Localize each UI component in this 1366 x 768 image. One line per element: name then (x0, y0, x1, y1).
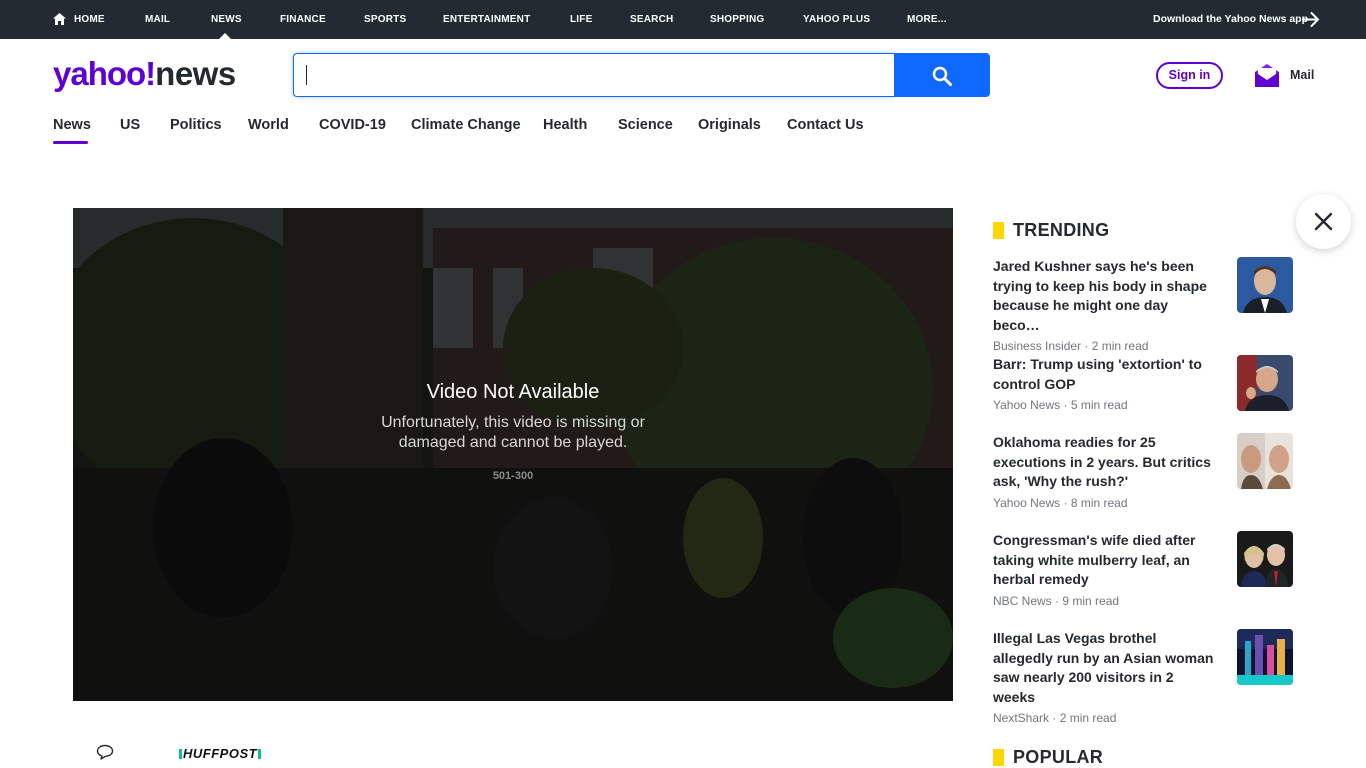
trending-source: Yahoo News (993, 398, 1061, 412)
video-error-title: Video Not Available (426, 381, 600, 403)
trending-source: NextShark (993, 711, 1050, 725)
search-button[interactable] (894, 53, 990, 97)
trending-source: Business Insider (993, 339, 1082, 353)
trending-meta: Yahoo News · 8 min read (993, 495, 1128, 510)
popular-heading: POPULAR (993, 747, 1103, 768)
video-error-message: Unfortunately, this video is missing or … (381, 414, 645, 451)
search-box[interactable] (293, 53, 895, 97)
search-input[interactable] (294, 54, 895, 96)
nav-sports-link[interactable]: SPORTS (364, 0, 406, 39)
trending-thumbnail[interactable] (1237, 433, 1293, 489)
trending-thumbnail[interactable] (1237, 531, 1293, 587)
logo-news-text: news (155, 55, 236, 92)
huffpost-logo-bar (258, 749, 262, 759)
tab-health[interactable]: Health (543, 117, 587, 133)
nav-mail-link[interactable]: MAIL (145, 0, 170, 39)
trending-headline[interactable]: Congressman's wife died after taking whi… (993, 531, 1215, 590)
trending-item[interactable]: Jared Kushner says he's been trying to k… (993, 257, 1293, 353)
trending-thumbnail[interactable] (1237, 629, 1293, 685)
nav-more-link[interactable]: MORE... (907, 0, 947, 39)
logo-yahoo-text: yahoo! (53, 55, 156, 92)
active-tab-underline (53, 141, 88, 144)
tab-science[interactable]: Science (618, 117, 673, 133)
trending-read-time: 8 min read (1070, 495, 1128, 510)
nav-shopping-link[interactable]: SHOPPING (710, 0, 764, 39)
trending-headline[interactable]: Illegal Las Vegas brothel allegedly run … (993, 629, 1215, 707)
trending-read-time: 2 min read (1091, 339, 1149, 353)
sign-in-button[interactable]: Sign in (1156, 62, 1223, 89)
trending-meta: NBC News · 9 min read (993, 593, 1120, 608)
close-button[interactable] (1296, 194, 1351, 249)
trending-heading: TRENDING (993, 220, 1109, 241)
trending-read-time: 5 min read (1070, 398, 1128, 412)
trending-thumbnail[interactable] (1237, 257, 1293, 313)
tab-politics[interactable]: Politics (170, 117, 222, 133)
trending-heading-text: TRENDING (1013, 220, 1110, 240)
tab-contact-us[interactable]: Contact Us (787, 117, 864, 133)
trending-meta: Business Insider · 2 min read (993, 339, 1149, 353)
search-icon (932, 66, 952, 86)
video-error-code: 501-300 (492, 470, 534, 482)
trending-headline[interactable]: Barr: Trump using 'extortion' to control… (993, 355, 1215, 394)
trending-meta: NextShark · 2 min read (993, 711, 1117, 725)
nav-finance-link[interactable]: FINANCE (280, 0, 326, 39)
tab-us[interactable]: US (120, 117, 140, 133)
nav-search-link[interactable]: SEARCH (630, 0, 673, 39)
trending-thumbnail[interactable] (1237, 355, 1293, 411)
section-marker (993, 222, 1004, 239)
trending-item[interactable]: Oklahoma readies for 25 executions in 2 … (993, 433, 1293, 510)
video-overlay (73, 208, 953, 701)
tab-world[interactable]: World (248, 117, 289, 133)
huffpost-logo-bar (179, 749, 182, 759)
comment-icon[interactable] (96, 744, 114, 760)
trending-source: NBC News (993, 593, 1052, 608)
home-icon (53, 13, 66, 25)
global-nav-bar: HOME MAIL NEWS FINANCE SPORTS ENTERTAINM… (0, 0, 1366, 39)
mail-link[interactable]: Mail (1290, 68, 1314, 82)
popular-heading-text: POPULAR (1013, 747, 1104, 767)
text-cursor (306, 65, 307, 85)
huffpost-logo-text: HUFFPOST (183, 746, 258, 761)
trending-item[interactable]: Barr: Trump using 'extortion' to control… (993, 355, 1293, 412)
nav-entertainment-link[interactable]: ENTERTAINMENT (443, 0, 530, 39)
close-icon (1314, 212, 1333, 231)
tab-climate-change[interactable]: Climate Change (411, 117, 521, 133)
section-marker (993, 749, 1004, 766)
trending-source: Yahoo News (993, 495, 1061, 510)
trending-headline[interactable]: Jared Kushner says he's been trying to k… (993, 257, 1215, 335)
huffpost-logo[interactable]: HUFFPOST (178, 746, 262, 761)
trending-read-time: 2 min read (1059, 711, 1117, 725)
active-nav-indicator (219, 33, 231, 39)
arrow-right-icon[interactable] (1302, 11, 1320, 28)
trending-headline[interactable]: Oklahoma readies for 25 executions in 2 … (993, 433, 1215, 492)
nav-yahoo-plus-link[interactable]: YAHOO PLUS (803, 0, 870, 39)
nav-home-link[interactable]: HOME (74, 0, 105, 39)
tab-news[interactable]: News (53, 117, 91, 133)
download-app-link[interactable]: Download the Yahoo News app (1153, 0, 1308, 39)
tab-covid-19[interactable]: COVID-19 (319, 117, 386, 133)
trending-item[interactable]: Congressman's wife died after taking whi… (993, 531, 1293, 608)
video-player[interactable]: Video Not Available Unfortunately, this … (73, 208, 953, 701)
trending-read-time: 9 min read (1062, 593, 1120, 608)
trending-item[interactable]: Illegal Las Vegas brothel allegedly run … (993, 629, 1293, 725)
nav-life-link[interactable]: LIFE (570, 0, 592, 39)
tab-originals[interactable]: Originals (698, 117, 761, 133)
mail-icon[interactable] (1254, 62, 1280, 88)
yahoo-news-logo[interactable]: yahoo!news (53, 55, 236, 95)
